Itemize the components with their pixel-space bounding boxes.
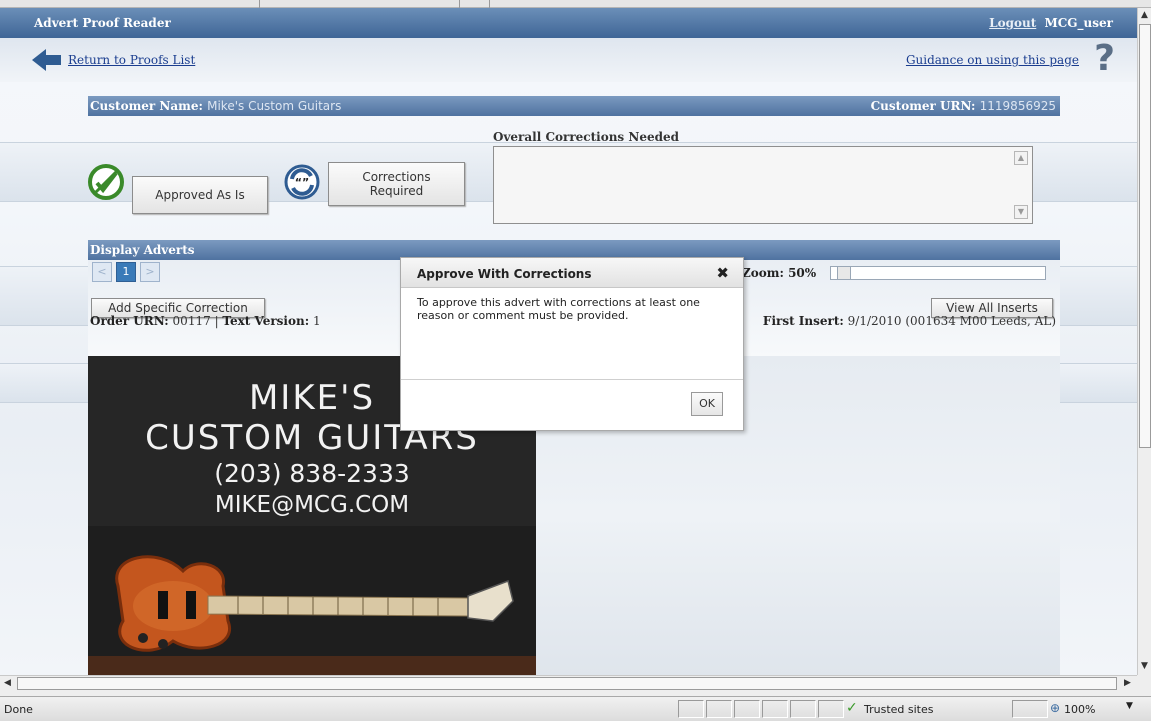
scroll-down-icon[interactable]: ▼ <box>1014 205 1028 219</box>
zoom-slider[interactable] <box>830 266 1046 280</box>
zoom-dropdown-icon[interactable]: ▼ <box>1126 701 1133 711</box>
first-insert-info: First Insert: 9/1/2010 (001634 M00 Leeds… <box>763 314 1056 328</box>
scroll-left-arrow-icon[interactable]: ◀ <box>4 678 11 688</box>
overall-corrections-label: Overall Corrections Needed <box>493 130 680 144</box>
scroll-up-arrow-icon[interactable]: ▲ <box>1141 10 1148 20</box>
zoom-label: Zoom: 50% <box>742 266 817 280</box>
advert-line-4: MIKE@MCG.COM <box>214 492 410 518</box>
horizontal-scrollbar[interactable]: ◀ ▶ <box>0 675 1137 691</box>
vertical-scroll-thumb[interactable] <box>1139 24 1151 448</box>
approve-with-corrections-dialog: Approve With Corrections ✖ To approve th… <box>400 257 744 431</box>
page-number-button[interactable]: 1 <box>116 262 136 282</box>
browser-tab[interactable] <box>460 0 490 8</box>
customer-panel: Customer Name: Mike's Custom Guitars Cus… <box>88 96 1060 116</box>
order-info: Order URN: 00117 | Text Version: 1 <box>90 314 321 328</box>
order-urn-label: Order URN: <box>90 314 169 328</box>
horizontal-scroll-thumb[interactable] <box>17 677 1117 690</box>
approved-as-is-button[interactable]: Approved As Is <box>132 176 268 214</box>
vertical-scrollbar[interactable]: ▲ ▼ <box>1137 8 1151 675</box>
zoom-magnifier-icon[interactable]: ⊕ <box>1050 701 1060 715</box>
customer-name-label: Customer Name: <box>90 99 203 113</box>
status-text: Done <box>4 703 33 716</box>
customer-urn-label: Customer URN: <box>870 99 976 113</box>
zoom-slider-thumb[interactable] <box>837 266 851 280</box>
text-version-value: 1 <box>312 314 321 328</box>
first-insert-value: 9/1/2010 (001634 M00 Leeds, AL) <box>847 314 1056 328</box>
protected-mode-icon[interactable] <box>1012 700 1048 718</box>
guidance-link[interactable]: Guidance on using this page <box>906 53 1079 67</box>
customer-urn-value: 1119856925 <box>979 99 1056 113</box>
status-cell <box>818 700 844 718</box>
user-area: Logout MCG_user <box>989 16 1113 30</box>
browser-zoom-level[interactable]: 100% <box>1064 703 1095 716</box>
dialog-header: Approve With Corrections ✖ <box>401 258 743 288</box>
text-version-label: Text Version: <box>222 314 310 328</box>
scroll-up-icon[interactable]: ▲ <box>1014 151 1028 165</box>
browser-tab[interactable] <box>260 0 460 8</box>
trusted-check-icon: ✓ <box>846 700 858 716</box>
back-arrow-icon[interactable] <box>30 48 62 72</box>
guitar-illustration <box>88 526 536 675</box>
return-to-proofs-link[interactable]: Return to Proofs List <box>68 53 195 67</box>
browser-status-bar: Done ✓ Trusted sites ⊕ 100% ▼ <box>0 696 1151 721</box>
approved-check-icon <box>88 164 124 200</box>
corrections-required-label: Corrections Required <box>362 170 431 198</box>
order-urn-value: 00117 <box>172 314 211 328</box>
logout-link[interactable]: Logout <box>989 16 1036 30</box>
overall-corrections-textarea[interactable]: ▲ ▼ <box>493 146 1033 224</box>
status-cell <box>678 700 704 718</box>
browser-tab-strip <box>0 0 1151 8</box>
ok-button[interactable]: OK <box>691 392 723 416</box>
customer-name-value: Mike's Custom Guitars <box>207 99 342 113</box>
customer-bar: Customer Name: Mike's Custom Guitars Cus… <box>88 96 1060 116</box>
prev-page-icon[interactable]: < <box>92 262 112 282</box>
display-adverts-title: Display Adverts <box>90 243 195 257</box>
status-cell <box>762 700 788 718</box>
approval-area: Approved As Is “” Corrections Required O… <box>88 128 1060 228</box>
page-viewport: Advert Proof Reader Logout MCG_user Retu… <box>0 8 1137 675</box>
corrections-required-button[interactable]: Corrections Required <box>328 162 465 206</box>
corrections-cycle-icon: “” <box>284 164 320 200</box>
scroll-corner <box>1137 675 1151 696</box>
browser-tab[interactable] <box>30 0 260 8</box>
status-cell <box>734 700 760 718</box>
security-zone: Trusted sites <box>864 703 934 716</box>
next-page-icon[interactable]: > <box>140 262 160 282</box>
svg-text:“”: “” <box>295 176 309 189</box>
dialog-message: To approve this advert with corrections … <box>417 296 700 322</box>
help-icon[interactable]: ? <box>1094 38 1115 79</box>
nav-row: Return to Proofs List Guidance on using … <box>0 38 1137 82</box>
advert-line-3: (203) 838-2333 <box>214 459 410 488</box>
customer-urn: Customer URN: 1119856925 <box>871 99 1056 113</box>
status-cell <box>706 700 732 718</box>
scroll-right-arrow-icon[interactable]: ▶ <box>1124 678 1131 688</box>
username: MCG_user <box>1044 16 1113 30</box>
app-header: Advert Proof Reader Logout MCG_user <box>0 8 1137 38</box>
first-insert-label: First Insert: <box>762 314 844 328</box>
status-cell <box>790 700 816 718</box>
dialog-title: Approve With Corrections <box>417 267 592 281</box>
close-icon[interactable]: ✖ <box>716 264 729 282</box>
dialog-divider <box>401 379 743 380</box>
app-title: Advert Proof Reader <box>34 16 171 30</box>
scroll-down-arrow-icon[interactable]: ▼ <box>1141 661 1148 671</box>
